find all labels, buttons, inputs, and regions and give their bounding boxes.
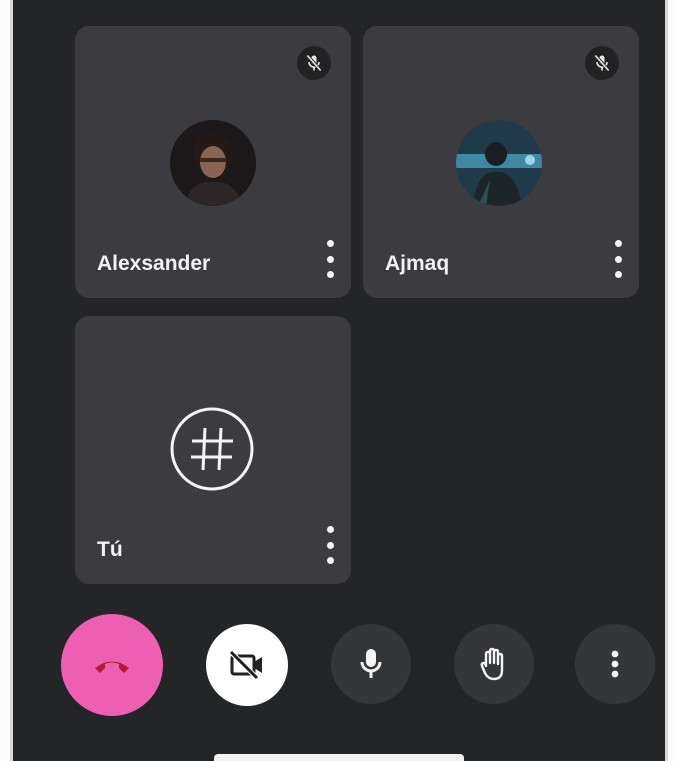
more-vert-icon[interactable] <box>611 240 625 278</box>
participant-tile-alexsander[interactable]: Alexsander <box>75 26 351 298</box>
participant-name: Ajmaq <box>385 252 450 275</box>
raise-hand-icon <box>480 647 504 681</box>
avatar <box>170 120 256 206</box>
participant-tile-self[interactable]: Tú <box>75 316 351 584</box>
more-vert-icon[interactable] <box>323 240 337 278</box>
home-indicator[interactable] <box>214 754 464 761</box>
participant-name: Alexsander <box>97 252 211 275</box>
end-call-button[interactable] <box>61 614 163 716</box>
more-vert-icon[interactable] <box>323 526 337 564</box>
video-off-icon <box>229 650 262 680</box>
mic-off-icon <box>585 46 619 80</box>
participant-name: Tú <box>97 538 123 561</box>
participant-tile-ajmaq[interactable]: Ajmaq <box>363 26 639 298</box>
call-screen: Alexsander Ajmaq Tú <box>10 0 668 761</box>
mic-button[interactable] <box>331 624 411 704</box>
mic-icon <box>360 649 382 678</box>
avatar <box>456 120 542 206</box>
more-options-button[interactable] <box>575 624 655 704</box>
camera-toggle-button[interactable] <box>206 624 288 706</box>
more-vert-icon <box>611 650 619 678</box>
end-call-icon <box>95 661 129 673</box>
hashtag-icon <box>169 406 255 492</box>
raise-hand-button[interactable] <box>454 624 534 704</box>
mic-off-icon <box>297 46 331 80</box>
